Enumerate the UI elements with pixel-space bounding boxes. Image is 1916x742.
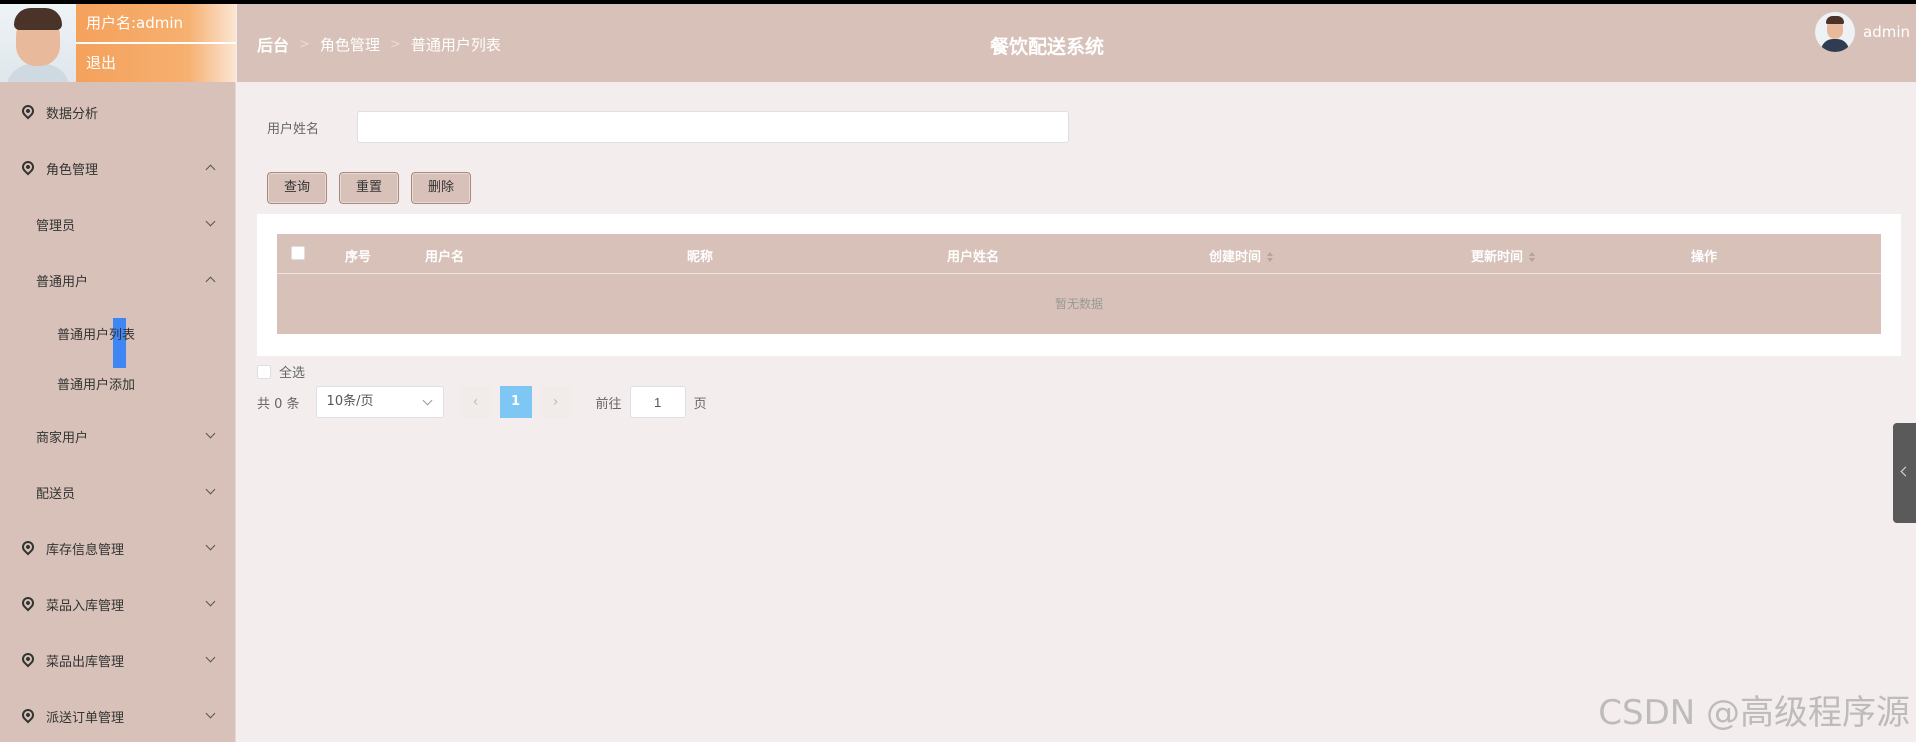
column-header-updated[interactable]: 更新时间 bbox=[1471, 246, 1536, 265]
column-header-username: 用户名 bbox=[425, 250, 465, 265]
chevron-down-icon bbox=[205, 428, 216, 439]
next-page-button[interactable]: › bbox=[539, 386, 572, 418]
goto-label: 前往 bbox=[595, 396, 622, 412]
location-pin-icon bbox=[19, 706, 37, 724]
page-size-value: 10条/页 bbox=[326, 394, 374, 409]
chevron-left-icon bbox=[1900, 466, 1911, 477]
prev-page-button[interactable]: ‹ bbox=[459, 386, 492, 418]
sidebar-menu: 数据分析 角色管理 管理员 普通用户 普通用户列表 普通用户添加 商家用户 配送… bbox=[0, 84, 236, 742]
pagination: 共 0 条 10条/页 ‹ 1 › 前往 页 bbox=[257, 386, 707, 418]
sidebar-item-label: 普通用户 bbox=[36, 274, 89, 290]
table-card: 序号 用户名 昵称 用户姓名 创建时间 更新时间 操作 暂无数据 bbox=[257, 214, 1901, 356]
page-jump-input[interactable] bbox=[629, 386, 686, 418]
watermark: CSDN @高级程序源 bbox=[1598, 693, 1910, 733]
sidebar-item-normal-user-list[interactable]: 普通用户列表 bbox=[0, 308, 236, 368]
sidebar-item-delivery-orders[interactable]: 派送订单管理 bbox=[0, 688, 236, 742]
chevron-up-icon bbox=[205, 276, 216, 287]
chevron-up-icon bbox=[205, 164, 216, 175]
sidebar-item-dish-outbound[interactable]: 菜品出库管理 bbox=[0, 632, 236, 688]
chevron-down-icon bbox=[205, 216, 216, 227]
sidebar: 用户名:admin 退出 数据分析 角色管理 管理员 普通用户 普通用户列表 普… bbox=[0, 4, 236, 742]
chevron-down-icon bbox=[422, 395, 432, 406]
page-title: 餐饮配送系统 bbox=[989, 36, 1104, 58]
search-input[interactable] bbox=[357, 111, 1069, 143]
breadcrumb-separator: > bbox=[389, 36, 401, 52]
total-count: 共 0 条 bbox=[257, 396, 300, 412]
sidebar-item-label: 派送订单管理 bbox=[46, 710, 125, 726]
data-table: 序号 用户名 昵称 用户姓名 创建时间 更新时间 操作 暂无数据 bbox=[277, 234, 1881, 334]
sidebar-item-label: 库存信息管理 bbox=[46, 542, 125, 558]
empty-state: 暂无数据 bbox=[1054, 297, 1103, 311]
avatar[interactable] bbox=[1815, 12, 1855, 52]
location-pin-icon bbox=[19, 102, 37, 120]
user-box: 用户名:admin 退出 bbox=[0, 4, 236, 82]
breadcrumb: 后台 > 角色管理 > 普通用户列表 bbox=[257, 32, 501, 56]
page-unit-label: 页 bbox=[693, 396, 707, 412]
header-username[interactable]: admin bbox=[1863, 23, 1910, 41]
sidebar-item-label: 商家用户 bbox=[36, 430, 89, 446]
location-pin-icon bbox=[19, 650, 37, 668]
sidebar-item-admin[interactable]: 管理员 bbox=[0, 196, 236, 252]
logout-button[interactable]: 退出 bbox=[76, 44, 236, 82]
sidebar-item-label: 数据分析 bbox=[46, 106, 99, 122]
select-all-checkbox[interactable] bbox=[257, 364, 271, 379]
select-all-checkbox[interactable] bbox=[291, 246, 305, 260]
main-content: 用户姓名 查询 重置 删除 序号 用户名 昵称 用户姓名 创建时间 更新时间 操… bbox=[237, 82, 1916, 742]
header-user[interactable]: admin bbox=[1815, 12, 1910, 52]
sidebar-item-normal-user[interactable]: 普通用户 bbox=[0, 252, 236, 308]
sidebar-item-label: 配送员 bbox=[36, 486, 76, 502]
column-header-real-name: 用户姓名 bbox=[947, 250, 1000, 265]
chevron-down-icon bbox=[205, 484, 216, 495]
column-header-label: 创建时间 bbox=[1209, 250, 1262, 265]
sidebar-item-dish-inbound[interactable]: 菜品入库管理 bbox=[0, 576, 236, 632]
avatar bbox=[0, 4, 76, 82]
sidebar-item-role-management[interactable]: 角色管理 bbox=[0, 140, 236, 196]
page-number-current[interactable]: 1 bbox=[499, 386, 532, 418]
column-header-actions: 操作 bbox=[1691, 250, 1718, 265]
sidebar-item-data-analysis[interactable]: 数据分析 bbox=[0, 84, 236, 140]
chevron-down-icon bbox=[205, 540, 216, 551]
location-pin-icon bbox=[19, 538, 37, 556]
chevron-down-icon bbox=[205, 652, 216, 663]
sidebar-item-label: 管理员 bbox=[36, 218, 76, 234]
sidebar-item-label: 普通用户列表 bbox=[57, 327, 136, 343]
sidebar-item-label: 角色管理 bbox=[46, 162, 99, 178]
reset-button[interactable]: 重置 bbox=[339, 172, 399, 204]
sort-icon[interactable] bbox=[1267, 251, 1274, 264]
column-header-created[interactable]: 创建时间 bbox=[1209, 246, 1274, 265]
column-header-label: 更新时间 bbox=[1471, 250, 1524, 265]
select-all[interactable]: 全选 bbox=[257, 362, 305, 381]
column-header-nickname: 昵称 bbox=[687, 250, 714, 265]
page-size-select[interactable]: 10条/页 bbox=[315, 386, 444, 418]
sidebar-item-label: 菜品出库管理 bbox=[46, 654, 125, 670]
sidebar-item-label: 菜品入库管理 bbox=[46, 598, 125, 614]
sort-icon[interactable] bbox=[1529, 251, 1536, 264]
select-all-label: 全选 bbox=[279, 366, 306, 381]
column-header-index: 序号 bbox=[345, 250, 372, 265]
chevron-down-icon bbox=[205, 596, 216, 607]
sidebar-item-label: 普通用户添加 bbox=[57, 377, 136, 393]
side-drawer-toggle[interactable] bbox=[1893, 423, 1916, 523]
breadcrumb-item-current: 普通用户列表 bbox=[410, 35, 501, 54]
sidebar-item-merchant-user[interactable]: 商家用户 bbox=[0, 408, 236, 464]
location-pin-icon bbox=[19, 158, 37, 176]
location-pin-icon bbox=[19, 594, 37, 612]
table-header: 序号 用户名 昵称 用户姓名 创建时间 更新时间 操作 bbox=[277, 234, 1881, 274]
breadcrumb-separator: > bbox=[299, 36, 310, 52]
sidebar-item-inventory[interactable]: 库存信息管理 bbox=[0, 520, 236, 576]
header: 后台 > 角色管理 > 普通用户列表 餐饮配送系统 admin bbox=[237, 4, 1916, 82]
query-button[interactable]: 查询 bbox=[267, 172, 327, 204]
chevron-down-icon bbox=[205, 708, 216, 719]
username-label: 用户名:admin bbox=[76, 4, 236, 43]
search-label: 用户姓名 bbox=[267, 122, 320, 137]
sidebar-item-courier[interactable]: 配送员 bbox=[0, 464, 236, 520]
sidebar-item-normal-user-add[interactable]: 普通用户添加 bbox=[0, 358, 236, 408]
breadcrumb-item-role[interactable]: 角色管理 bbox=[320, 34, 380, 55]
delete-button[interactable]: 删除 bbox=[411, 172, 471, 204]
breadcrumb-item-home[interactable]: 后台 bbox=[257, 32, 289, 56]
